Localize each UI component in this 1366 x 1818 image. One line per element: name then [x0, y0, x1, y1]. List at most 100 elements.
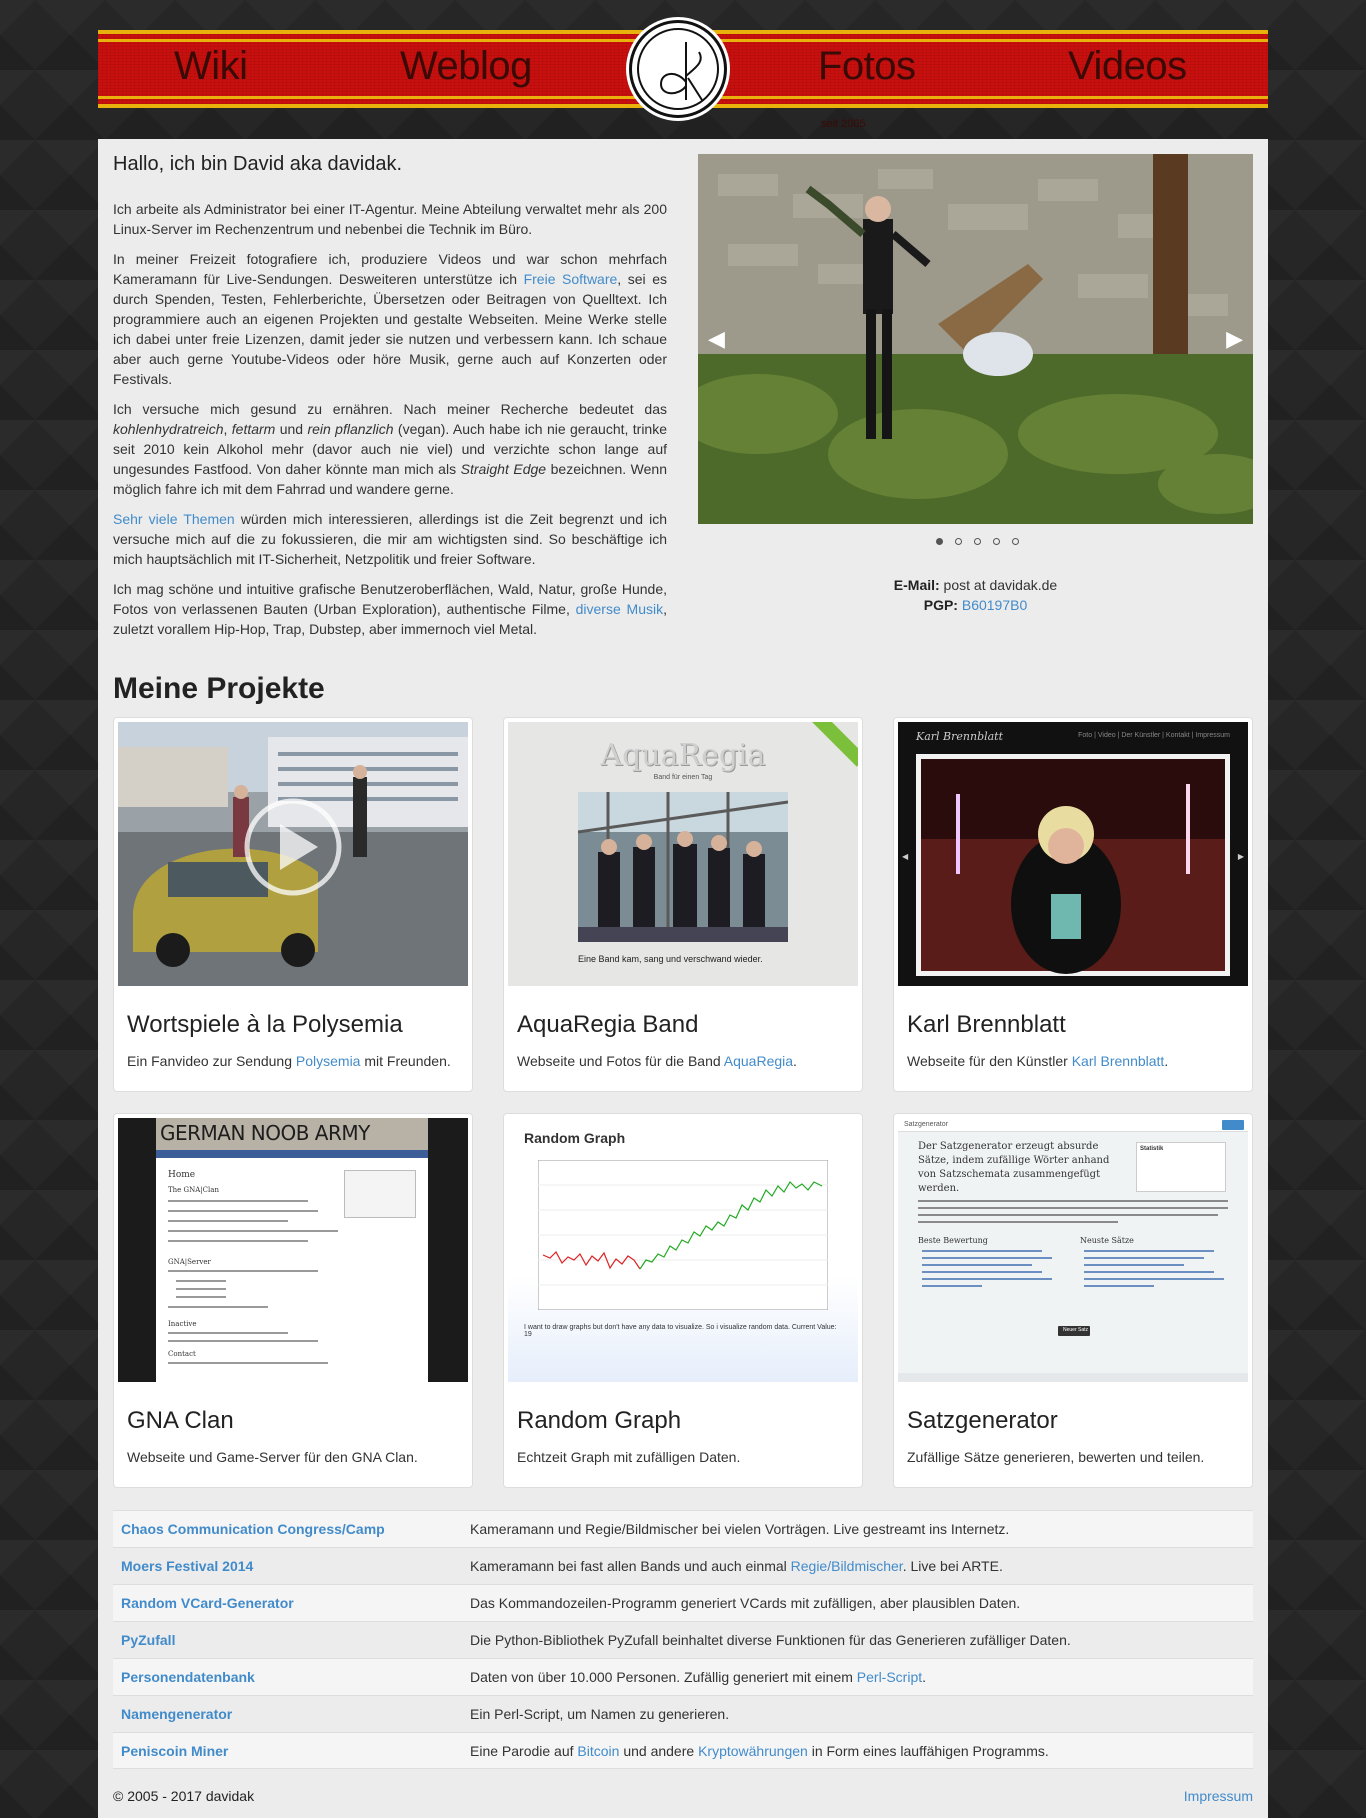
table-row: Moers Festival 2014 Kameramann bei fast … — [113, 1547, 1253, 1584]
impressum-link[interactable]: Impressum — [1184, 1788, 1253, 1804]
carousel-dot[interactable] — [955, 537, 962, 545]
carousel-dot[interactable] — [974, 537, 981, 545]
email-line: E-Mail: post at davidak.de — [893, 577, 1058, 593]
table-row: Random VCard-Generator Das Kommandozeile… — [113, 1584, 1253, 1621]
carousel-next-icon[interactable]: ▶ — [1226, 326, 1243, 352]
graph-thumb-title: Random Graph — [524, 1130, 626, 1146]
projects-heading: Meine Projekte — [113, 672, 325, 705]
intro-section: Hallo, ich bin David aka davidak. Ich ar… — [113, 153, 667, 649]
project-link[interactable]: Random VCard-Generator — [113, 1595, 470, 1611]
brennblatt-link[interactable]: Karl Brennblatt — [1072, 1053, 1165, 1069]
pgp-line: PGP: B60197B0 — [923, 597, 1028, 613]
project-title[interactable]: GNA Clan — [127, 1407, 234, 1435]
project-description: Zufällige Sätze generieren, bewerten und… — [907, 1449, 1205, 1465]
project-link[interactable]: Moers Festival 2014 — [113, 1558, 470, 1574]
project-row-description: Daten von über 10.000 Personen. Zufällig… — [470, 1669, 927, 1685]
project-title[interactable]: Random Graph — [517, 1407, 681, 1435]
brennblatt-prev-icon: ◀ — [902, 852, 909, 861]
graph-thumb-caption: I want to draw graphs but don't have any… — [524, 1324, 837, 1338]
project-row-description: Die Python-Bibliothek PyZufall beinhalte… — [470, 1632, 1071, 1648]
intro-paragraph-3: Ich versuche mich gesund zu ernähren. Na… — [113, 401, 667, 497]
band-photo — [578, 792, 788, 942]
intro-paragraph-5: Ich mag schöne und intuitive grafische B… — [113, 581, 667, 637]
carousel-prev-icon[interactable]: ◀ — [708, 326, 725, 352]
carousel-indicators — [936, 532, 1031, 548]
project-row-description: Kameramann und Regie/Bildmischer bei vie… — [470, 1521, 1010, 1537]
regie-link[interactable]: Regie/Bildmischer — [791, 1558, 903, 1574]
table-row: Personendatenbank Daten von über 10.000 … — [113, 1658, 1253, 1695]
perl-script-link[interactable]: Perl-Script — [857, 1669, 922, 1685]
satz-thumb-button: Neuer Satz — [1063, 1327, 1089, 1333]
project-row-description: Eine Parodie auf Bitcoin und andere Kryp… — [470, 1742, 1049, 1759]
logo-dk-icon — [637, 28, 719, 110]
project-description: Echtzeit Graph mit zufälligen Daten. — [517, 1449, 741, 1465]
project-card-polysemia[interactable]: Wortspiele à la Polysemia Ein Fanvideo z… — [113, 717, 473, 1092]
project-description: Webseite für den Künstler Karl Brennblat… — [907, 1053, 1169, 1069]
project-row-description: Ein Perl-Script, um Namen zu generieren. — [470, 1706, 730, 1722]
intro-paragraph-1: Ich arbeite als Administrator bei einer … — [113, 201, 667, 237]
pgp-key-link[interactable]: B60197B0 — [962, 597, 1027, 613]
project-thumbnail[interactable]: Satzgenerator Der Satzgenerator erzeugt … — [898, 1118, 1248, 1382]
gna-thumb-title: GERMAN NOOB ARMY — [160, 1121, 370, 1145]
polysemia-link[interactable]: Polysemia — [296, 1053, 361, 1069]
random-graph-plot — [538, 1160, 828, 1310]
project-link[interactable]: Namengenerator — [113, 1706, 470, 1722]
project-link[interactable]: Peniscoin Miner — [113, 1743, 470, 1759]
nav-fotos[interactable]: Fotos — [818, 44, 916, 89]
intro-heading: Hallo, ich bin David aka davidak. — [113, 153, 403, 175]
free-software-link[interactable]: Freie Software — [524, 271, 618, 287]
nav-weblog[interactable]: Weblog — [400, 44, 532, 89]
contact-info: E-Mail: post at davidak.de PGP: B60197B0 — [698, 575, 1253, 615]
project-title[interactable]: Satzgenerator — [907, 1407, 1058, 1435]
project-title[interactable]: Wortspiele à la Polysemia — [127, 1011, 403, 1039]
project-card-satzgenerator[interactable]: Satzgenerator Der Satzgenerator erzeugt … — [893, 1113, 1253, 1488]
bitcoin-link[interactable]: Bitcoin — [577, 1743, 619, 1759]
project-card-aquaregia[interactable]: AquaRegia Band für einen Tag Eine Band k… — [503, 717, 863, 1092]
nav-wiki[interactable]: Wiki — [174, 44, 248, 89]
aquaregia-thumb-title: AquaRegia — [600, 738, 766, 773]
project-thumbnail[interactable]: GERMAN NOOB ARMY Home The GNA|Clan GNA|S… — [118, 1118, 468, 1382]
table-row: Chaos Communication Congress/Camp Kamera… — [113, 1510, 1253, 1547]
project-title[interactable]: Karl Brennblatt — [907, 1011, 1066, 1039]
project-description: Webseite und Game-Server für den GNA Cla… — [127, 1449, 418, 1465]
carousel-photo — [698, 154, 1253, 524]
project-thumbnail[interactable]: Random Graph I want to draw graphs but d… — [508, 1118, 858, 1382]
project-thumbnail[interactable] — [118, 722, 468, 986]
brennblatt-thumb-menu: Foto | Video | Der Künstler | Kontakt | … — [1078, 732, 1230, 739]
aquaregia-link[interactable]: AquaRegia — [724, 1053, 793, 1069]
project-description: Ein Fanvideo zur Sendung Polysemia mit F… — [127, 1053, 451, 1069]
project-card-gna-clan[interactable]: GERMAN NOOB ARMY Home The GNA|Clan GNA|S… — [113, 1113, 473, 1488]
other-projects-table: Chaos Communication Congress/Camp Kamera… — [113, 1510, 1253, 1769]
copyright-text: © 2005 - 2017 davidak — [113, 1788, 255, 1804]
brennblatt-next-icon: ▶ — [1237, 852, 1244, 861]
project-link[interactable]: PyZufall — [113, 1632, 470, 1648]
carousel-dot[interactable] — [1012, 537, 1019, 545]
main-container: Hallo, ich bin David aka davidak. Ich ar… — [98, 139, 1268, 1818]
artist-photo — [916, 754, 1230, 976]
project-link[interactable]: Personendatenbank — [113, 1669, 470, 1685]
nav-videos[interactable]: Videos — [1068, 44, 1187, 89]
project-row-description: Das Kommandozeilen-Programm generiert VC… — [470, 1595, 1021, 1611]
photo-carousel[interactable]: ◀ ▶ — [698, 154, 1253, 524]
table-row: Peniscoin Miner Eine Parodie auf Bitcoin… — [113, 1732, 1253, 1769]
topics-link[interactable]: Sehr viele Themen — [113, 511, 235, 527]
carousel-dot[interactable] — [993, 537, 1000, 545]
aquaregia-thumb-subtitle: Band für einen Tag — [653, 774, 713, 781]
project-thumbnail[interactable]: Karl Brennblatt Foto | Video | Der Künst… — [898, 722, 1248, 986]
project-title[interactable]: AquaRegia Band — [517, 1011, 698, 1039]
project-card-random-graph[interactable]: Random Graph I want to draw graphs but d… — [503, 1113, 863, 1488]
project-card-brennblatt[interactable]: Karl Brennblatt Foto | Video | Der Künst… — [893, 717, 1253, 1092]
crypto-link[interactable]: Kryptowährungen — [698, 1743, 808, 1759]
carousel-dot[interactable] — [936, 537, 943, 545]
project-row-description: Kameramann bei fast allen Bands und auch… — [470, 1558, 1003, 1574]
intro-paragraph-2: In meiner Freizeit fotografiere ich, pro… — [113, 251, 667, 387]
brennblatt-thumb-title: Karl Brennblatt — [916, 730, 1004, 743]
project-link[interactable]: Chaos Communication Congress/Camp — [113, 1521, 470, 1537]
project-thumbnail[interactable]: AquaRegia Band für einen Tag Eine Band k… — [508, 722, 858, 986]
music-link[interactable]: diverse Musik — [576, 601, 663, 617]
aquaregia-thumb-caption: Eine Band kam, sang und verschwand wiede… — [578, 954, 763, 964]
table-row: PyZufall Die Python-Bibliothek PyZufall … — [113, 1621, 1253, 1658]
since-label: seit 2005 — [821, 118, 866, 130]
logo-home-link[interactable] — [629, 20, 727, 118]
intro-paragraph-4: Sehr viele Themen würden mich interessie… — [113, 511, 667, 567]
